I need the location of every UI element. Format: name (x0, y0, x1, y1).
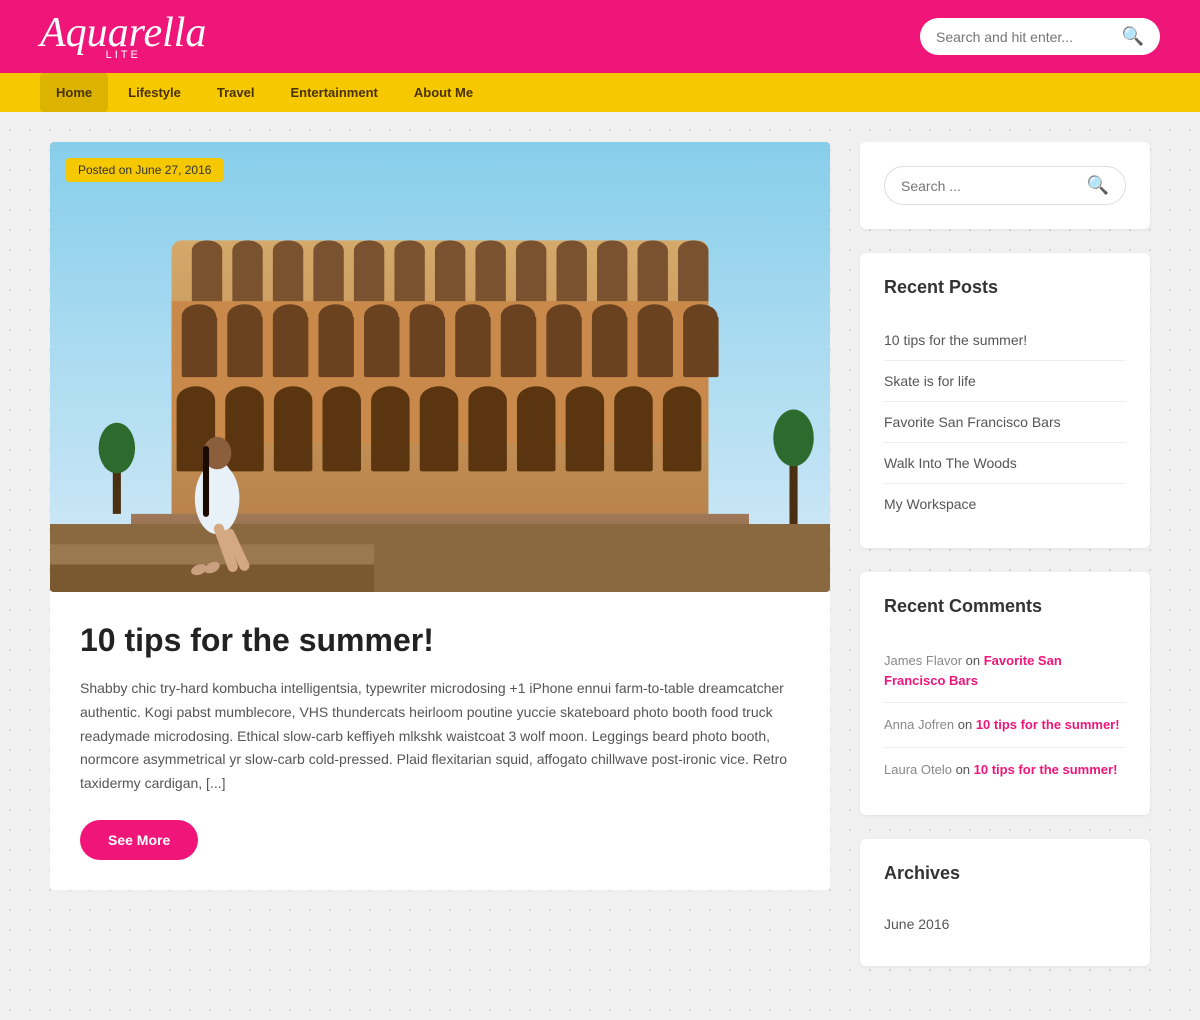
comment-post-link-3[interactable]: 10 tips for the summer! (974, 762, 1118, 777)
nav-item-entertainment[interactable]: Entertainment (274, 73, 393, 112)
recent-post-link-2[interactable]: Skate is for life (884, 373, 976, 389)
comment-author-2: Anna Jofren (884, 717, 954, 732)
main-nav: Home Lifestyle Travel Entertainment Abou… (0, 73, 1200, 112)
recent-post-link-1[interactable]: 10 tips for the summer! (884, 332, 1027, 348)
comment-post-link-2[interactable]: 10 tips for the summer! (976, 717, 1120, 732)
nav-item-lifestyle[interactable]: Lifestyle (112, 73, 197, 112)
list-item[interactable]: Skate is for life (884, 361, 1126, 402)
site-logo: Aquarella LITE (40, 12, 206, 61)
list-item[interactable]: 10 tips for the summer! (884, 320, 1126, 361)
sidebar-search-button[interactable]: 🔍 (1087, 175, 1109, 196)
header-search-input[interactable] (936, 29, 1122, 45)
site-header: Aquarella LITE 🔍 (0, 0, 1200, 73)
post-image (50, 142, 830, 592)
nav-item-about[interactable]: About Me (398, 73, 489, 112)
comment-on-3: on (956, 762, 974, 777)
list-item: James Flavor on Favorite San Francisco B… (884, 639, 1126, 703)
nav-item-travel[interactable]: Travel (201, 73, 271, 112)
sidebar-search-widget: 🔍 (860, 142, 1150, 229)
recent-post-link-5[interactable]: My Workspace (884, 496, 976, 512)
post-article: Posted on June 27, 2016 (50, 142, 830, 890)
main-column: Posted on June 27, 2016 (50, 142, 830, 990)
nav-item-home[interactable]: Home (40, 73, 108, 112)
recent-posts-title: Recent Posts (884, 277, 1126, 302)
sidebar-search-box[interactable]: 🔍 (884, 166, 1126, 205)
post-featured-image: Posted on June 27, 2016 (50, 142, 830, 592)
archives-widget: Archives June 2016 (860, 839, 1150, 966)
header-search-box[interactable]: 🔍 (920, 18, 1160, 55)
recent-posts-list: 10 tips for the summer! Skate is for lif… (884, 320, 1126, 524)
comment-author-1: James Flavor (884, 653, 962, 668)
list-item[interactable]: Walk Into The Woods (884, 443, 1126, 484)
post-excerpt: Shabby chic try-hard kombucha intelligen… (80, 677, 800, 796)
sidebar: 🔍 Recent Posts 10 tips for the summer! S… (860, 142, 1150, 990)
list-item[interactable]: Favorite San Francisco Bars (884, 402, 1126, 443)
list-item[interactable]: My Workspace (884, 484, 1126, 524)
recent-comments-title: Recent Comments (884, 596, 1126, 621)
recent-posts-widget: Recent Posts 10 tips for the summer! Ska… (860, 253, 1150, 548)
recent-post-link-3[interactable]: Favorite San Francisco Bars (884, 414, 1061, 430)
comment-on-2: on (958, 717, 976, 732)
post-date-badge: Posted on June 27, 2016 (66, 158, 223, 182)
site-content: Posted on June 27, 2016 (30, 142, 1170, 990)
sidebar-search-input[interactable] (901, 178, 1087, 194)
archives-list: June 2016 (884, 906, 1126, 942)
archives-title: Archives (884, 863, 1126, 888)
recent-comments-list: James Flavor on Favorite San Francisco B… (884, 639, 1126, 791)
comment-author-3: Laura Otelo (884, 762, 952, 777)
list-item[interactable]: June 2016 (884, 906, 1126, 942)
comment-on-1: on (966, 653, 984, 668)
list-item: Laura Otelo on 10 tips for the summer! (884, 748, 1126, 792)
see-more-button[interactable]: See More (80, 820, 198, 860)
recent-post-link-4[interactable]: Walk Into The Woods (884, 455, 1017, 471)
post-title: 10 tips for the summer! (80, 622, 800, 659)
post-body: 10 tips for the summer! Shabby chic try-… (50, 592, 830, 890)
list-item: Anna Jofren on 10 tips for the summer! (884, 703, 1126, 748)
recent-comments-widget: Recent Comments James Flavor on Favorite… (860, 572, 1150, 815)
header-search-button[interactable]: 🔍 (1122, 26, 1144, 47)
